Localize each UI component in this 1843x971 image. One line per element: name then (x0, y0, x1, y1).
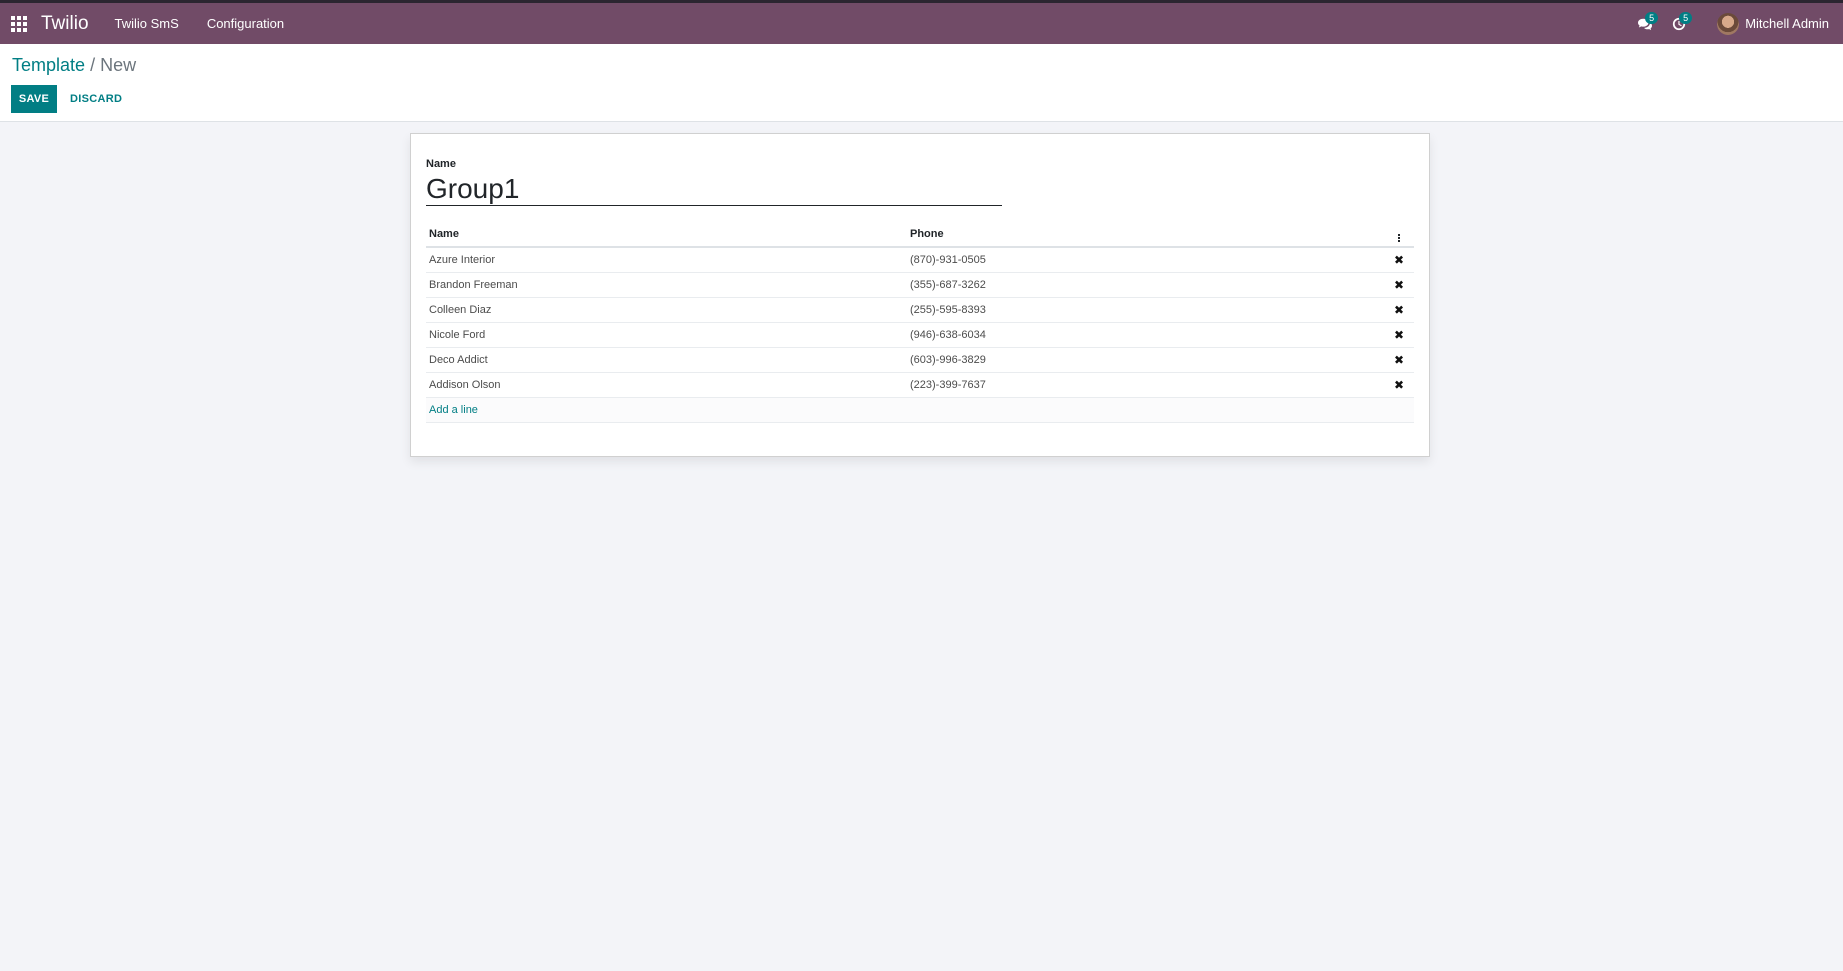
messages-count-badge: 5 (1645, 12, 1659, 24)
column-header-phone[interactable]: Phone (907, 222, 1384, 248)
row-phone-cell[interactable]: (355)-687-3262 (907, 272, 1384, 298)
row-name-cell[interactable]: Brandon Freeman (426, 272, 907, 298)
table-header-row: Name Phone (426, 222, 1414, 248)
breadcrumb: Template / New (12, 55, 136, 76)
messages-systray[interactable]: 5 (1631, 3, 1659, 44)
delete-row-icon[interactable]: ✖ (1394, 253, 1404, 267)
activities-systray[interactable]: 5 (1665, 3, 1693, 44)
name-input[interactable]: Group1 (426, 172, 1002, 206)
name-field-label: Name (426, 158, 456, 170)
breadcrumb-template-link[interactable]: Template (12, 55, 85, 75)
delete-row-icon[interactable]: ✖ (1394, 378, 1404, 392)
row-phone-cell[interactable]: (603)-996-3829 (907, 347, 1384, 373)
form-sheet: Name Group1 Name Phone Azure Interior (8… (410, 133, 1430, 457)
delete-row-icon[interactable]: ✖ (1394, 353, 1404, 367)
add-line-row: Add a line (426, 397, 1414, 423)
apps-menu-icon[interactable] (0, 3, 38, 44)
delete-row-icon[interactable]: ✖ (1394, 278, 1404, 292)
row-name-cell[interactable]: Colleen Diaz (426, 297, 907, 323)
save-button[interactable]: SAVE (11, 85, 57, 113)
table-row[interactable]: Addison Olson (223)-399-7637 ✖ (426, 372, 1414, 398)
column-header-name[interactable]: Name (426, 222, 907, 248)
activities-count-badge: 5 (1679, 12, 1693, 24)
row-phone-cell[interactable]: (255)-595-8393 (907, 297, 1384, 323)
add-line-link[interactable]: Add a line (429, 404, 478, 416)
kebab-menu-icon[interactable] (1398, 233, 1400, 242)
table-row[interactable]: Nicole Ford (946)-638-6034 ✖ (426, 322, 1414, 348)
control-panel: Template / New SAVE DISCARD (0, 44, 1843, 122)
row-name-cell[interactable]: Nicole Ford (426, 322, 907, 348)
row-phone-cell[interactable]: (946)-638-6034 (907, 322, 1384, 348)
row-phone-cell[interactable]: (870)-931-0505 (907, 247, 1384, 273)
table-row[interactable]: Deco Addict (603)-996-3829 ✖ (426, 347, 1414, 373)
table-row[interactable]: Azure Interior (870)-931-0505 ✖ (426, 247, 1414, 273)
row-phone-cell[interactable]: (223)-399-7637 (907, 372, 1384, 398)
breadcrumb-current: New (100, 55, 137, 75)
avatar (1717, 12, 1740, 35)
menu-twilio-sms[interactable]: Twilio SmS (115, 16, 179, 31)
discard-button[interactable]: DISCARD (63, 85, 129, 113)
table-row[interactable]: Brandon Freeman (355)-687-3262 ✖ (426, 272, 1414, 298)
row-name-cell[interactable]: Addison Olson (426, 372, 907, 398)
contacts-table: Name Phone Azure Interior (870)-931-0505… (426, 222, 1414, 423)
delete-row-icon[interactable]: ✖ (1394, 328, 1404, 342)
app-brand[interactable]: Twilio (41, 13, 89, 35)
row-name-cell[interactable]: Azure Interior (426, 247, 907, 273)
row-name-cell[interactable]: Deco Addict (426, 347, 907, 373)
user-menu[interactable]: Mitchell Admin (1717, 12, 1829, 35)
user-name: Mitchell Admin (1745, 16, 1829, 31)
breadcrumb-separator: / (90, 55, 96, 75)
menu-configuration[interactable]: Configuration (207, 16, 284, 31)
delete-row-icon[interactable]: ✖ (1394, 303, 1404, 317)
table-row[interactable]: Colleen Diaz (255)-595-8393 ✖ (426, 297, 1414, 323)
top-navbar: Twilio Twilio SmS Configuration 5 5 Mitc… (0, 0, 1843, 44)
optional-columns-toggle[interactable] (1384, 222, 1414, 248)
